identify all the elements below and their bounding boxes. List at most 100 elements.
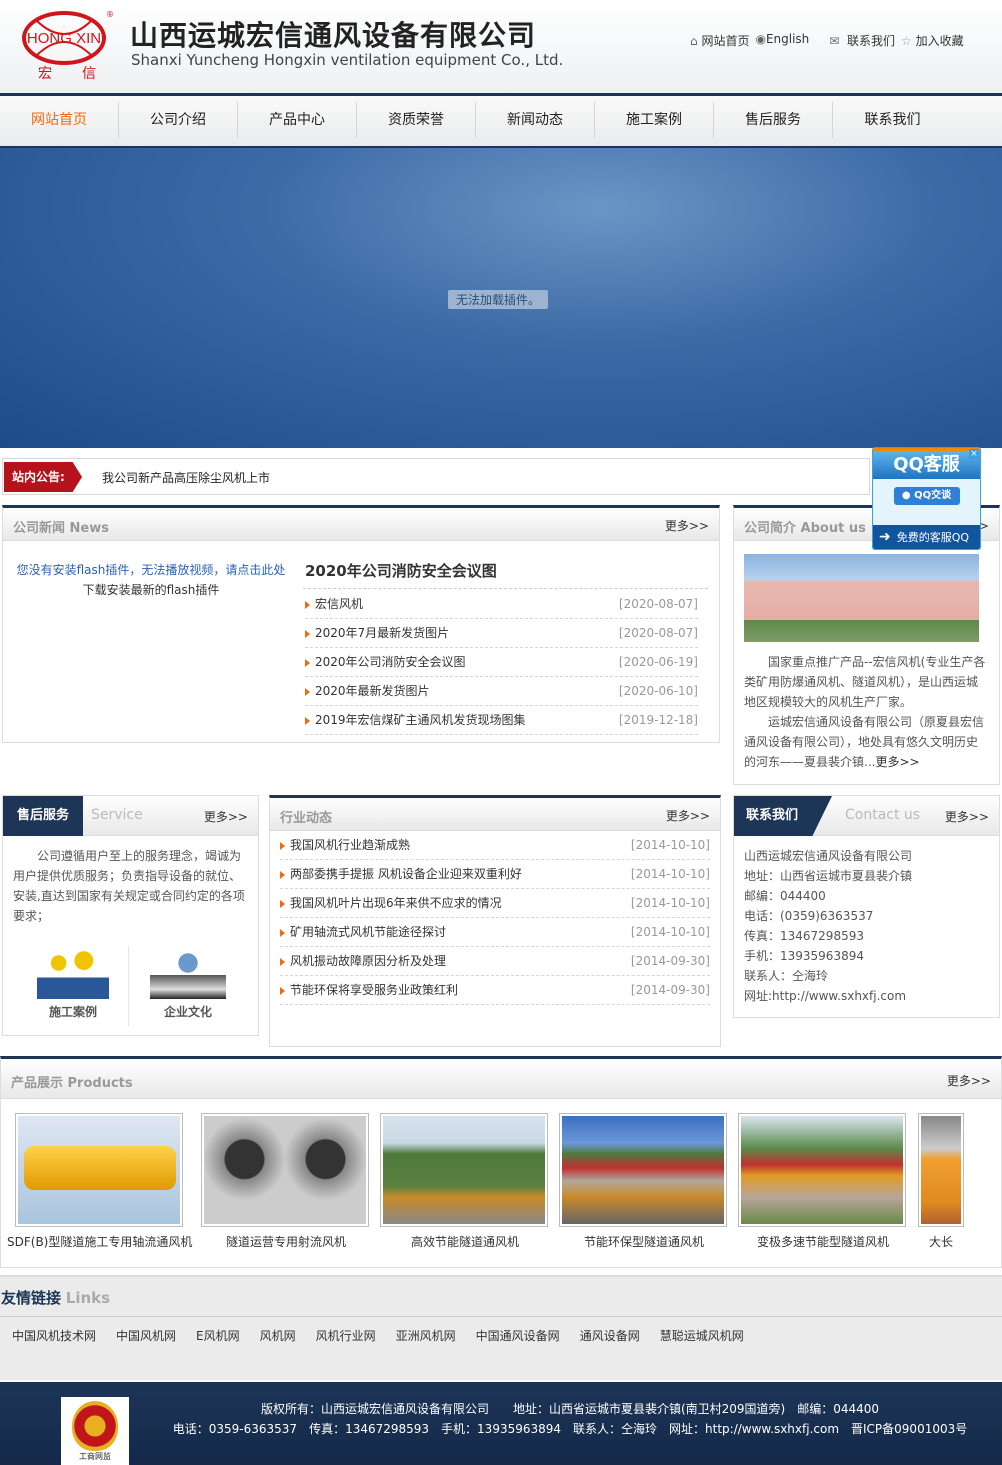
contact-address: 地址：山西省运城市夏县裴介镇 xyxy=(744,869,913,883)
qq-close-icon[interactable]: × xyxy=(969,449,979,459)
news-headline[interactable]: 2020年公司消防安全会议图 xyxy=(305,560,497,581)
friend-link[interactable]: 风机网 xyxy=(260,1327,296,1344)
product-item[interactable]: SDF(B)型隧道施工专用轴流通风机 xyxy=(7,1113,192,1250)
industry-item[interactable]: 节能环保将享受服务业政策红利 [2014-09-30] xyxy=(280,976,710,1005)
business-badge[interactable]: 工商网监 xyxy=(61,1397,129,1465)
product-item[interactable]: 大长 xyxy=(918,1113,964,1250)
contact-website[interactable]: 网址:http://www.sxhxfj.com xyxy=(744,986,989,1006)
industry-more-link[interactable]: 更多>> xyxy=(666,807,710,824)
links-title: 友情链接 xyxy=(1,1289,62,1307)
industry-item[interactable]: 我国风机行业趋渐成熟 [2014-10-10] xyxy=(280,831,710,860)
logo[interactable]: HONG XIN 宏 信 ® xyxy=(16,8,116,82)
product-item[interactable]: 变极多速节能型隧道风机 xyxy=(738,1113,908,1250)
flash-download-link[interactable]: 下载安装最新的flash插件 xyxy=(11,580,291,600)
links-subtitle: Links xyxy=(65,1289,111,1307)
nav-home[interactable]: 网站首页 xyxy=(0,102,119,138)
news-item-title: 2020年公司消防安全会议图 xyxy=(315,655,466,669)
top-links: ⌂ 网站首页 ◉English ✉ 联系我们 ☆ 加入收藏 xyxy=(690,32,964,49)
contact-company: 山西运城宏信通风设备有限公司 xyxy=(744,849,913,863)
product-image xyxy=(383,1116,545,1224)
product-caption: SDF(B)型隧道施工专用轴流通风机 xyxy=(7,1235,193,1249)
contact-person: 联系人：仝海玲 xyxy=(744,969,829,983)
about-more-inline[interactable]: 更多>> xyxy=(875,755,919,769)
product-item[interactable]: 节能环保型隧道通风机 xyxy=(559,1113,729,1250)
friend-link[interactable]: 通风设备网 xyxy=(580,1327,640,1344)
footer: 工商网监 版权所有：山西运城宏信通风设备有限公司 地址：山西省运城市夏县裴介镇(… xyxy=(0,1382,1002,1465)
cases-link[interactable]: 施工案例 xyxy=(23,951,123,1020)
svg-text:®: ® xyxy=(106,10,114,19)
friend-link[interactable]: E风机网 xyxy=(196,1327,240,1344)
service-more-link[interactable]: 更多>> xyxy=(204,808,248,825)
product-image xyxy=(18,1116,180,1224)
qq-free-link[interactable]: ➜ 免费的客服QQ xyxy=(873,525,980,549)
news-item[interactable]: 2020年最新发货图片 [2020-06-10] xyxy=(305,677,698,706)
news-item[interactable]: 2020年7月最新发货图片 [2020-08-07] xyxy=(305,619,698,648)
contact-link[interactable]: ✉ 联系我们 xyxy=(829,32,895,49)
industry-item[interactable]: 我国风机叶片出现6年来供不应求的情况 [2014-10-10] xyxy=(280,889,710,918)
industry-item[interactable]: 矿用轴流式风机节能途径探讨 [2014-10-10] xyxy=(280,918,710,947)
news-item[interactable]: 2019年宏信煤矿主通风机发货现场图集 [2019-12-18] xyxy=(305,706,698,735)
products-title: 产品展示 Products xyxy=(11,1076,133,1091)
news-item-date: [2020-06-19] xyxy=(618,655,698,669)
main-nav: 网站首页 公司介绍 产品中心 资质荣誉 新闻动态 施工案例 售后服务 联系我们 xyxy=(0,96,1002,148)
product-caption: 高效节能隧道通风机 xyxy=(410,1235,519,1249)
culture-link[interactable]: 企业文化 xyxy=(138,951,238,1020)
industry-item-date: [2014-10-10] xyxy=(630,838,710,852)
plugin-error-message: 无法加载插件。 xyxy=(448,290,549,309)
about-paragraph-2: 运城宏信通风设备有限公司（原夏县宏信通风设备有限公司），地处具有悠久文明历史的河… xyxy=(744,715,985,769)
friend-link[interactable]: 慧聪运城风机网 xyxy=(660,1327,744,1344)
nav-products[interactable]: 产品中心 xyxy=(238,102,357,138)
industry-item-title: 矿用轴流式风机节能途径探讨 xyxy=(290,925,447,939)
friend-link[interactable]: 亚洲风机网 xyxy=(396,1327,456,1344)
news-item-date: [2019-12-18] xyxy=(618,713,698,727)
product-item[interactable]: 高效节能隧道通风机 xyxy=(380,1113,550,1250)
news-more-link[interactable]: 更多>> xyxy=(665,517,709,534)
industry-item[interactable]: 两部委携手提振 风机设备企业迎来双重利好 [2014-10-10] xyxy=(280,860,710,889)
industry-item[interactable]: 风机振动故障原因分析及处理 [2014-09-30] xyxy=(280,947,710,976)
nav-news[interactable]: 新闻动态 xyxy=(476,102,595,138)
news-item-title: 宏信风机 xyxy=(315,597,364,611)
notice-text[interactable]: 我公司新产品高压除尘风机上市 xyxy=(102,469,270,486)
home-icon: ⌂ xyxy=(690,34,698,48)
english-label: English xyxy=(765,32,810,46)
friend-link[interactable]: 中国风机网 xyxy=(116,1327,176,1344)
contact-more-link[interactable]: 更多>> xyxy=(945,808,989,825)
news-item-title: 2019年宏信煤矿主通风机发货现场图集 xyxy=(315,713,526,727)
qq-chat-button[interactable]: ● QQ交谈 xyxy=(893,487,960,505)
product-item[interactable]: 隧道运营专用射流风机 xyxy=(201,1113,371,1250)
team-globe-image xyxy=(150,951,226,999)
qq-title: QQ客服 xyxy=(873,451,980,479)
about-title: 公司简介 About us xyxy=(744,521,866,536)
nav-honors[interactable]: 资质荣誉 xyxy=(357,102,476,138)
news-item[interactable]: 2020年公司消防安全会议图 [2020-06-19] xyxy=(305,648,698,677)
news-item-date: [2020-08-07] xyxy=(618,597,698,611)
favorite-link[interactable]: ☆ 加入收藏 xyxy=(901,32,964,49)
news-item[interactable]: 宏信风机 [2020-08-07] xyxy=(305,590,698,619)
factory-image xyxy=(744,554,979,642)
industry-item-title: 我国风机行业趋渐成熟 xyxy=(290,838,411,852)
industry-item-title: 节能环保将享受服务业政策红利 xyxy=(290,983,459,997)
favorite-label: 加入收藏 xyxy=(915,34,964,48)
product-caption: 变极多速节能型隧道风机 xyxy=(756,1235,889,1249)
nav-contact[interactable]: 联系我们 xyxy=(833,102,952,138)
product-image xyxy=(204,1116,366,1224)
nav-service[interactable]: 售后服务 xyxy=(714,102,833,138)
industry-list: 我国风机行业趋渐成熟 [2014-10-10] 两部委携手提振 风机设备企业迎来双… xyxy=(280,831,710,1005)
service-title: 售后服务 xyxy=(3,796,83,836)
contact-title: 联系我们 xyxy=(734,796,832,836)
friend-link[interactable]: 中国风机技术网 xyxy=(12,1327,96,1344)
news-item-date: [2020-08-07] xyxy=(618,626,698,640)
product-image xyxy=(562,1116,724,1224)
english-link[interactable]: ◉English xyxy=(755,32,809,49)
home-link[interactable]: ⌂ 网站首页 xyxy=(690,32,749,49)
nav-about[interactable]: 公司介绍 xyxy=(119,102,238,138)
friend-link[interactable]: 风机行业网 xyxy=(316,1327,376,1344)
contact-subtitle: Contact us xyxy=(845,807,921,823)
products-more-link[interactable]: 更多>> xyxy=(947,1072,991,1089)
home-label: 网站首页 xyxy=(701,34,750,48)
news-item-date: [2020-06-10] xyxy=(618,684,698,698)
nav-cases[interactable]: 施工案例 xyxy=(595,102,714,138)
friend-link[interactable]: 中国通风设备网 xyxy=(476,1327,560,1344)
flash-message[interactable]: 您没有安装flash插件，无法播放视频，请点击此处 xyxy=(11,560,291,580)
arrow-right-icon: ➜ xyxy=(879,529,891,545)
